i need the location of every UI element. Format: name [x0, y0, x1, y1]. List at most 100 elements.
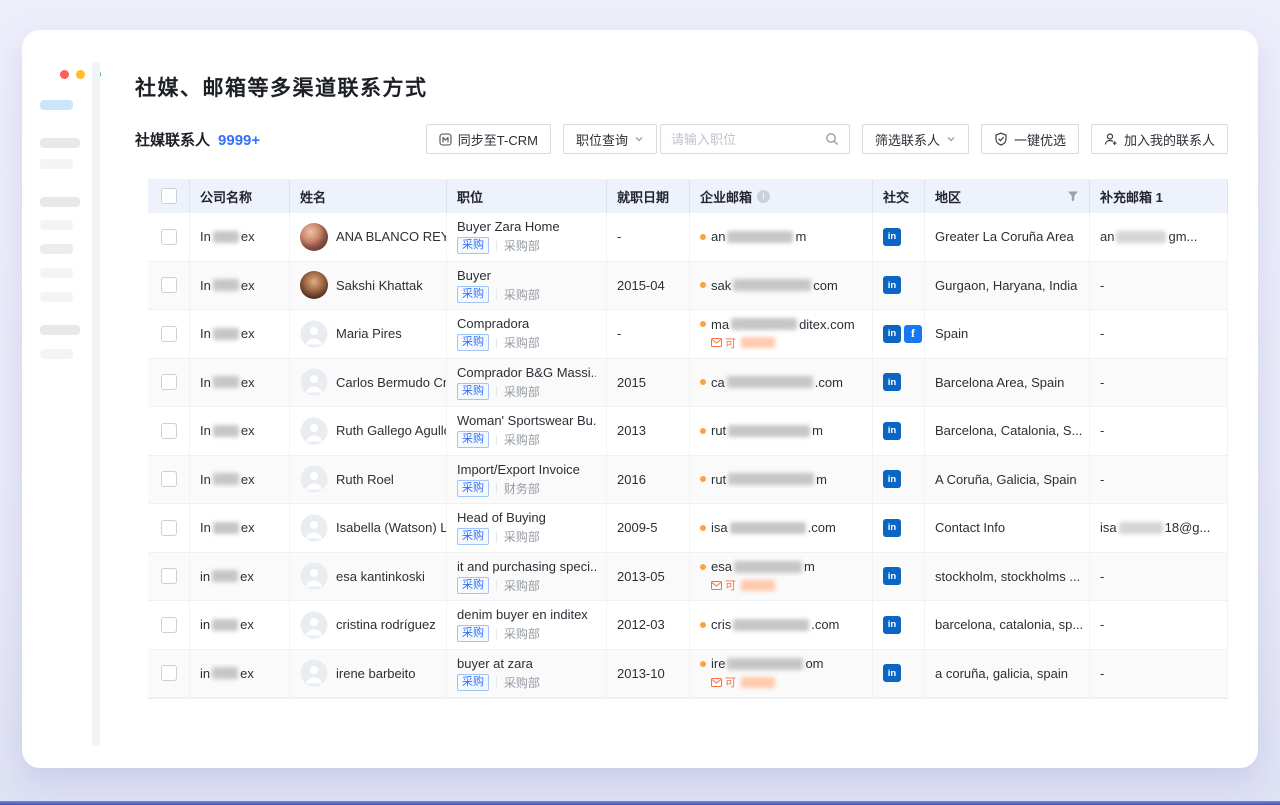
- filter-icon[interactable]: [1067, 190, 1079, 202]
- redacted-blur: [212, 667, 238, 679]
- filter-contacts-button[interactable]: 筛选联系人: [862, 124, 969, 154]
- redacted-blur: [731, 318, 797, 330]
- region-cell: barcelona, catalonia, sp...: [925, 601, 1090, 649]
- linkedin-icon[interactable]: in: [883, 470, 901, 488]
- close-window-button[interactable]: [60, 70, 69, 79]
- company-name: Inex: [200, 472, 255, 487]
- redacted-blur: [728, 425, 810, 437]
- date-cell: -: [607, 213, 690, 261]
- text-segment: an: [1100, 229, 1114, 244]
- sync-to-crm-button[interactable]: 同步至T-CRM: [426, 124, 551, 154]
- social-icons: in: [883, 228, 901, 246]
- name-cell: Maria Pires: [290, 310, 447, 358]
- select-all-checkbox[interactable]: [161, 188, 177, 204]
- social-icons: in: [883, 664, 901, 682]
- avatar: [300, 659, 328, 687]
- row-checkbox[interactable]: [161, 423, 177, 439]
- redacted-blur: [1119, 522, 1163, 534]
- search-icon[interactable]: [825, 132, 839, 146]
- row-checkbox[interactable]: [161, 617, 177, 633]
- position-title: Import/Export Invoice: [457, 462, 580, 477]
- position-search-input[interactable]: [671, 132, 817, 147]
- one-click-optimize-button[interactable]: 一键优选: [981, 124, 1079, 154]
- column-header-name: 姓名: [290, 179, 447, 213]
- row-checkbox[interactable]: [161, 374, 177, 390]
- company-cell: Inex: [190, 310, 290, 358]
- email-text: sakcom: [711, 278, 838, 293]
- row-checkbox[interactable]: [161, 520, 177, 536]
- linkedin-icon[interactable]: in: [883, 276, 901, 294]
- column-header-label: 企业邮箱: [700, 187, 752, 206]
- table-row: InexIsabella (Watson) L...Head of Buying…: [148, 504, 1228, 553]
- social-cell: in: [873, 213, 925, 261]
- text-segment: m: [804, 559, 815, 574]
- tag-divider: |: [495, 240, 498, 252]
- name-cell: ANA BLANCO REY: [290, 213, 447, 261]
- row-checkbox[interactable]: [161, 665, 177, 681]
- extra-email-text: -: [1100, 326, 1104, 341]
- extra-email-cell: -: [1090, 601, 1228, 649]
- text-segment: m: [812, 423, 823, 438]
- list-label: 社媒联系人: [135, 129, 210, 150]
- linkedin-icon[interactable]: in: [883, 373, 901, 391]
- region-text: a coruña, galicia, spain: [935, 666, 1068, 681]
- sidebar-divider: [92, 62, 100, 746]
- linkedin-icon[interactable]: in: [883, 567, 901, 585]
- table-header: 公司名称姓名职位就职日期企业邮箱i社交地区补充邮箱 1: [148, 179, 1228, 213]
- position-tag: 采购: [457, 334, 489, 351]
- avatar: [300, 417, 328, 445]
- row-checkbox[interactable]: [161, 229, 177, 245]
- start-date: 2015: [617, 375, 646, 390]
- text-segment: in: [200, 569, 210, 584]
- company-name: inex: [200, 666, 254, 681]
- linkedin-icon[interactable]: in: [883, 616, 901, 634]
- redacted-blur: [734, 561, 802, 573]
- position-query-dropdown[interactable]: 职位查询: [563, 124, 657, 154]
- email-text: an m: [711, 229, 806, 244]
- extra-email-text: -: [1100, 569, 1104, 584]
- contact-count: 9999+: [218, 132, 260, 149]
- text-segment: ex: [240, 666, 254, 681]
- linkedin-icon[interactable]: in: [883, 228, 901, 246]
- table-row: InexRuth Gallego AgullóWoman' Sportswear…: [148, 407, 1228, 456]
- text-segment: an: [711, 229, 725, 244]
- row-select-cell: [148, 553, 190, 601]
- redacted-blur: [728, 473, 814, 485]
- linkedin-icon[interactable]: in: [883, 422, 901, 440]
- table-row: InexSakshi KhattakBuyer采购|采购部2015-04sakc…: [148, 262, 1228, 311]
- linkedin-icon[interactable]: in: [883, 664, 901, 682]
- linkedin-icon[interactable]: in: [883, 325, 901, 343]
- linkedin-icon[interactable]: in: [883, 519, 901, 537]
- text-segment: ca: [711, 375, 725, 390]
- department-label: 财务部: [504, 480, 540, 497]
- contact-name: Ruth Gallego Agulló: [336, 423, 447, 438]
- row-checkbox[interactable]: [161, 471, 177, 487]
- department-label: 采购部: [504, 577, 540, 594]
- text-segment: In: [200, 326, 211, 341]
- row-select-cell: [148, 262, 190, 310]
- chevron-down-icon: [946, 134, 956, 144]
- column-header-date: 就职日期: [607, 179, 690, 213]
- position-title: Buyer Zara Home: [457, 219, 560, 234]
- redacted-blur: [733, 279, 811, 291]
- position-tags: 采购|采购部: [457, 383, 540, 400]
- row-checkbox[interactable]: [161, 568, 177, 584]
- position-title: Head of Buying: [457, 510, 546, 525]
- text-segment: .com: [808, 520, 836, 535]
- sidebar-skeleton-bar: [40, 100, 73, 110]
- social-icons: in: [883, 422, 901, 440]
- text-segment: ex: [241, 229, 255, 244]
- email-text: cris.com: [711, 617, 839, 632]
- row-checkbox[interactable]: [161, 277, 177, 293]
- row-select-cell: [148, 456, 190, 504]
- info-icon[interactable]: i: [757, 190, 770, 203]
- minimize-window-button[interactable]: [76, 70, 85, 79]
- row-checkbox[interactable]: [161, 326, 177, 342]
- text-segment: ex: [240, 617, 254, 632]
- contact-name: irene barbeito: [336, 666, 416, 681]
- contacts-table: 公司名称姓名职位就职日期企业邮箱i社交地区补充邮箱 1 InexANA BLAN…: [148, 179, 1228, 699]
- text-segment: In: [200, 472, 211, 487]
- add-to-contacts-button[interactable]: 加入我的联系人: [1091, 124, 1228, 154]
- text-segment: m: [795, 229, 806, 244]
- facebook-icon[interactable]: f: [904, 325, 922, 343]
